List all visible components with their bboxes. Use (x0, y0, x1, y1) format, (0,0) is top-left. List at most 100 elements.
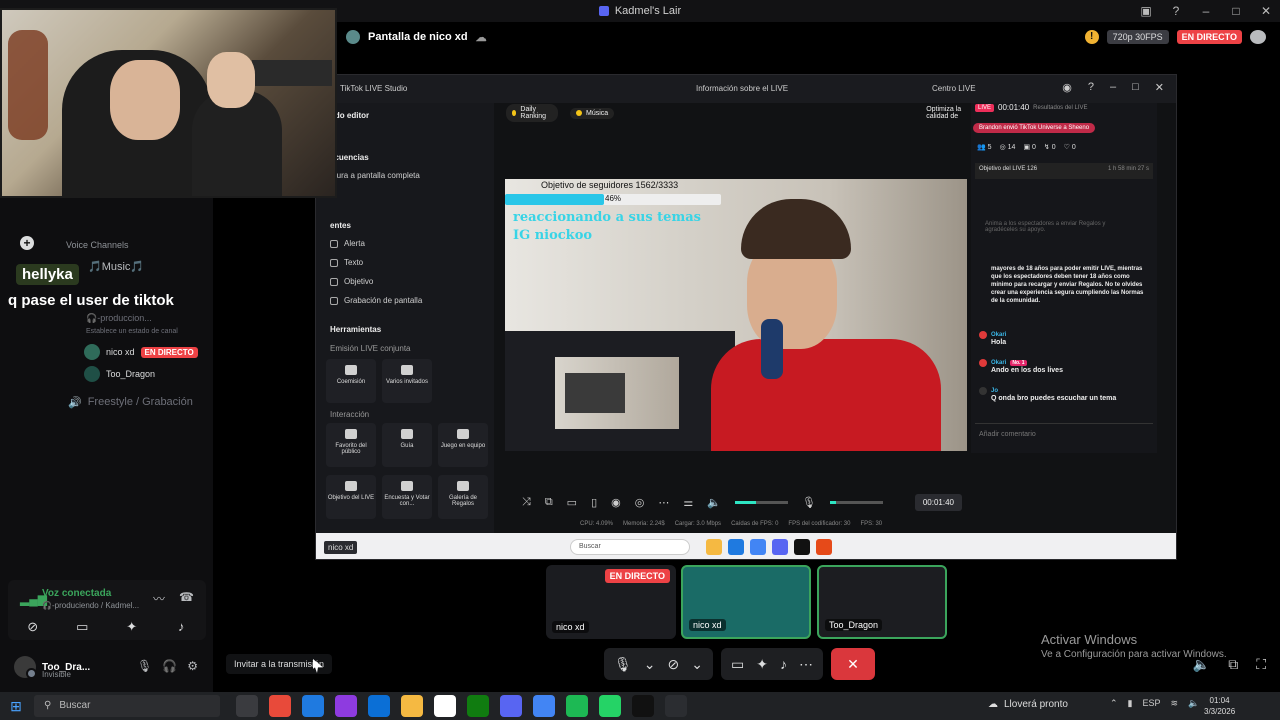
chevron-down-icon[interactable]: ⌄ (691, 656, 703, 673)
source-screen-record[interactable]: Grabación de pantalla (330, 296, 422, 305)
close-button[interactable]: ✕ (1258, 4, 1274, 18)
mic-icon[interactable]: 🎙 (802, 496, 816, 509)
windows-start-icon[interactable]: ⊞ (0, 692, 32, 720)
add-channel-icon[interactable]: + (20, 236, 34, 250)
mic-icon[interactable]: 🎙 (137, 659, 152, 673)
layers-icon[interactable]: ⧉ (545, 496, 553, 509)
help-icon[interactable]: ? (1168, 4, 1184, 18)
task-view-icon[interactable] (236, 695, 258, 717)
edge-icon[interactable] (302, 695, 324, 717)
activities-icon[interactable]: ✦ (756, 656, 768, 673)
tool-guests[interactable]: Varios invitados (382, 359, 432, 403)
more-icon[interactable]: ⋯ (658, 496, 669, 509)
tab-music[interactable]: Música (570, 107, 615, 119)
mic-icon[interactable]: 🎙 (614, 656, 632, 673)
share-screen-icon[interactable]: ▭ (63, 615, 101, 639)
xbox-icon[interactable] (467, 695, 489, 717)
maximize-icon[interactable]: □ (1132, 81, 1139, 94)
tool-team-game[interactable]: Juego en equipo (438, 423, 488, 467)
sub-channel[interactable]: 🎧-produccion... (86, 313, 152, 324)
tool-cohost[interactable]: Coemisión (326, 359, 376, 403)
mail-icon[interactable] (368, 695, 390, 717)
more-icon[interactable]: ⋯ (799, 656, 813, 673)
source-alert[interactable]: Alerta (330, 239, 365, 248)
participant-tile-too-dragon[interactable]: Too_Dragon (817, 565, 947, 639)
source-text[interactable]: Texto (330, 258, 363, 267)
phone-icon[interactable]: ▯ (591, 496, 597, 509)
speaker-icon[interactable]: 🔈 (707, 496, 721, 509)
voice-member-too-dragon[interactable]: Too_Dragon (84, 366, 155, 382)
tool-guide[interactable]: Guía (382, 423, 432, 467)
chevron-up-icon[interactable]: ⌃ (1110, 698, 1118, 709)
chevron-down-icon[interactable]: ⌄ (644, 656, 656, 673)
battery-icon[interactable]: ▮ (1128, 698, 1133, 709)
live-objective[interactable]: Objetivo del LIVE 126 1 h 58 min 27 s (975, 163, 1153, 179)
capture-item[interactable]: ptura a pantalla completa (330, 171, 420, 180)
participant-tile-stream[interactable]: EN DIRECTO nico xd (546, 565, 676, 639)
screen-icon[interactable]: ▭ (567, 496, 577, 509)
settings-gear-icon[interactable]: ⚙ (187, 659, 198, 673)
clock[interactable]: 01:04 3/3/2026 (1204, 695, 1235, 717)
shared-screen[interactable]: TikTok LIVE Studio Información sobre el … (315, 74, 1177, 560)
tool-poll[interactable]: Encuesta y Votar con... (382, 475, 432, 519)
notepad-icon[interactable] (434, 695, 456, 717)
effects-icon[interactable]: ◎ (635, 496, 645, 509)
record-icon[interactable]: ◉ (611, 496, 621, 509)
speaker-volume[interactable] (734, 500, 788, 504)
participant-tile-nico[interactable]: nico xd (681, 565, 811, 639)
minimize-button[interactable]: – (1198, 4, 1214, 18)
help-icon[interactable]: ? (1088, 81, 1094, 94)
soundboard-icon[interactable]: ♪ (780, 656, 787, 672)
whatsapp-icon[interactable] (599, 695, 621, 717)
chrome-profile-icon[interactable] (533, 695, 555, 717)
inbox-icon[interactable]: ▣ (1138, 4, 1154, 18)
voice-channels-header[interactable]: Voice Channels (66, 240, 129, 250)
minimize-icon[interactable]: – (1110, 81, 1116, 94)
popout-icon[interactable]: ⧉ (1228, 656, 1238, 673)
chat-message[interactable]: Okari No. 1 Ando en los dos lives (979, 359, 1155, 374)
close-icon[interactable]: ✕ (1155, 81, 1164, 94)
chat-bubble-icon[interactable] (1250, 30, 1266, 44)
spotify-icon[interactable] (566, 695, 588, 717)
chrome-icon[interactable] (269, 695, 291, 717)
tab-daily-ranking[interactable]: Daily Ranking (506, 104, 558, 122)
speaker-icon[interactable]: 🔈 (1188, 698, 1199, 709)
explorer-icon[interactable] (401, 695, 423, 717)
voice-member-nico[interactable]: nico xd EN DIRECTO (84, 344, 198, 360)
music-channel[interactable]: 🎵Music🎵 (88, 260, 144, 273)
wifi-icon[interactable]: ≋ (1171, 698, 1179, 709)
chat-input[interactable]: Añadir comentario (975, 423, 1153, 445)
taskbar-search[interactable]: ⚲ Buscar (34, 695, 220, 717)
shuffle-icon[interactable]: ⤨ (522, 496, 531, 509)
obs-icon[interactable] (665, 695, 687, 717)
tool-gift-gallery[interactable]: Galería de Regalos (438, 475, 488, 519)
maximize-button[interactable]: □ (1228, 4, 1244, 18)
chat-message[interactable]: Jo Q onda bro puedes escuchar un tema (979, 387, 1155, 402)
chat-message[interactable]: Okari Hola (979, 331, 1155, 346)
disconnect-button[interactable]: ✕ (830, 648, 875, 680)
weather-widget[interactable]: ☁ Lloverá pronto (988, 699, 1068, 710)
mic-volume[interactable] (829, 500, 883, 504)
noise-suppression-icon[interactable]: 〰 (153, 590, 165, 607)
discord-icon[interactable] (500, 695, 522, 717)
headphones-icon[interactable]: 🎧 (162, 659, 177, 673)
warning-icon[interactable]: ! (1084, 30, 1099, 44)
camera-off-icon[interactable]: ⊘ (668, 656, 680, 673)
sliders-icon[interactable]: ⚌ (683, 496, 693, 509)
voice-channel-link[interactable]: 🎧-produciendo / Kadmel... (42, 601, 139, 610)
language-indicator[interactable]: ESP (1143, 698, 1161, 709)
live-center[interactable]: Centro LIVE (932, 84, 976, 93)
tiktok-studio-icon[interactable] (632, 695, 654, 717)
freestyle-channel[interactable]: 🔊 Freestyle / Grabación (68, 396, 193, 409)
live-info[interactable]: Información sobre el LIVE (696, 84, 788, 93)
copilot-icon[interactable] (335, 695, 357, 717)
bell-icon[interactable]: ◉ (1062, 81, 1072, 94)
soundboard-icon[interactable]: ♪ (162, 615, 200, 639)
disconnect-icon[interactable]: ☎ (179, 590, 194, 607)
channel-status[interactable]: Establece un estado de canal (86, 328, 178, 335)
user-avatar[interactable] (14, 656, 37, 679)
fullscreen-icon[interactable]: ⛶ (1256, 656, 1266, 673)
share-screen-icon[interactable]: ▭ (731, 656, 744, 673)
camera-off-icon[interactable]: ⊘ (14, 615, 52, 639)
activities-icon[interactable]: ✦ (113, 615, 151, 639)
